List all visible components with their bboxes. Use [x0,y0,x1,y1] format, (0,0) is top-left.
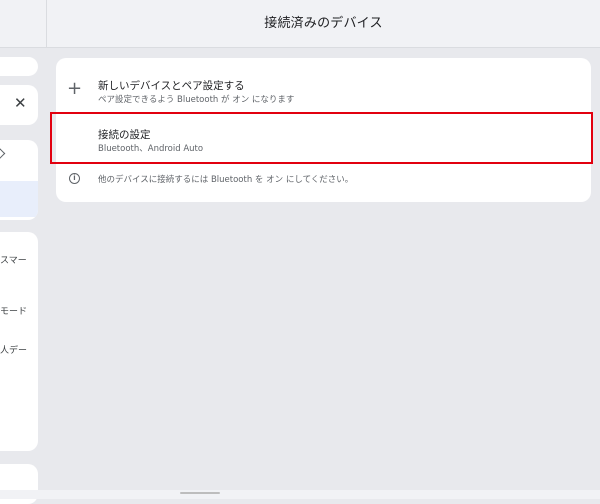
sidebar-item-label[interactable]: 人デー [0,343,27,356]
sidebar-search-card[interactable] [0,57,38,76]
highlight-box [50,112,593,164]
sidebar-item-connected-devices-selected[interactable] [0,181,38,217]
bluetooth-info-row: i 他のデバイスに接続するには Bluetooth を オン にしてください。 [56,168,591,194]
page-title: 接続済みのデバイス [264,16,383,31]
bluetooth-info-text: 他のデバイスに接続するには Bluetooth を オン にしてください。 [98,175,354,185]
navigation-handle[interactable] [180,492,220,494]
bottom-strip [0,490,600,499]
pair-new-device-item[interactable]: + 新しいデバイスとペア設定する ペア設定できるよう Bluetooth が オ… [56,68,591,116]
top-app-bar: 接続済みのデバイス [0,0,600,48]
chevron-icon [0,145,6,162]
sidebar-group-connected [0,140,38,220]
sidebar-item-label[interactable]: スマー [0,253,27,266]
settings-sidebar: ✕ スマー モード 人デー [0,48,40,504]
plus-icon: + [67,78,83,99]
pair-new-device-subtitle: ペア設定できるよう Bluetooth が オン になります [98,95,295,105]
sidebar-header [0,0,47,47]
sidebar-group-items: スマー モード 人デー [0,232,38,451]
pair-new-device-title: 新しいデバイスとペア設定する [98,80,245,92]
sidebar-item-label[interactable]: モード [0,304,27,317]
info-icon: i [69,173,80,184]
close-icon[interactable]: ✕ [14,93,27,113]
sidebar-suggestion-card: ✕ [0,85,38,125]
